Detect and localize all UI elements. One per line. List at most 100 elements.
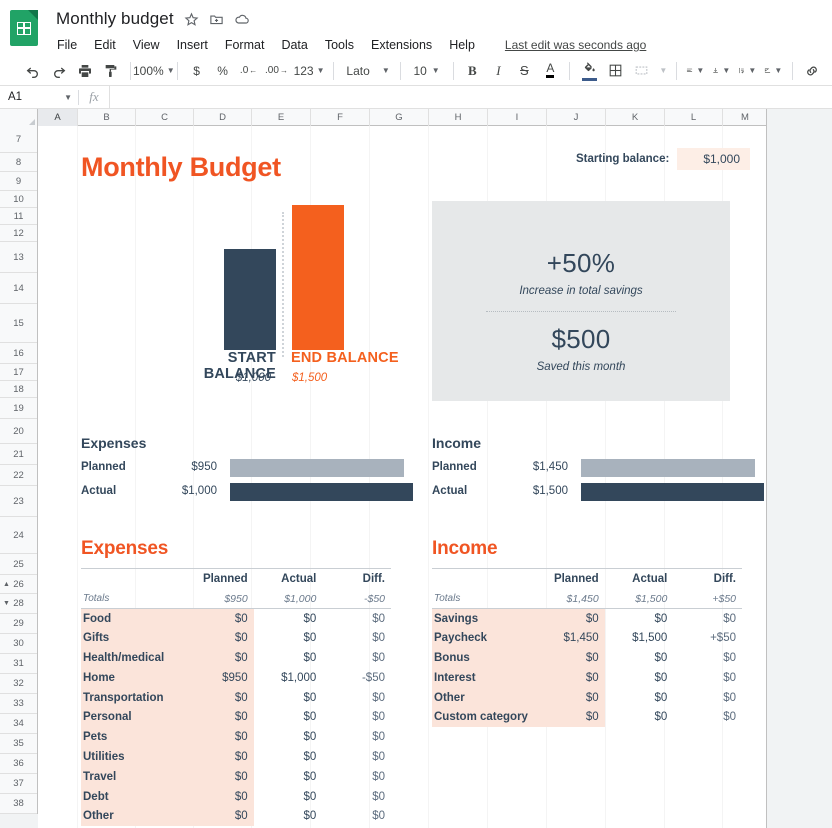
row-header-29[interactable]: 29: [0, 614, 37, 634]
income-row[interactable]: Other $0 $0 $0: [432, 687, 742, 708]
expenses-cell-actual[interactable]: $0: [254, 747, 323, 767]
expenses-cell-category[interactable]: Utilities: [81, 747, 186, 767]
expenses-cell-actual[interactable]: $0: [254, 628, 323, 648]
income-cell-planned[interactable]: $0: [536, 608, 605, 629]
menu-tools[interactable]: Tools: [324, 36, 355, 54]
row-header-20[interactable]: 20: [0, 419, 37, 444]
formula-input[interactable]: [109, 86, 832, 108]
expenses-cell-diff[interactable]: $0: [322, 787, 391, 807]
row-header-38[interactable]: 38: [0, 794, 37, 814]
expenses-cell-category[interactable]: Food: [81, 608, 186, 629]
column-header-d[interactable]: D: [194, 109, 252, 126]
star-icon[interactable]: [184, 11, 199, 27]
row-header-33[interactable]: 33: [0, 694, 37, 714]
row-header-13[interactable]: 13: [0, 242, 37, 273]
row-header-18[interactable]: 18: [0, 381, 37, 398]
redo-icon[interactable]: [47, 59, 71, 83]
horizontal-align-icon[interactable]: ▼: [683, 59, 707, 83]
currency-format-button[interactable]: $: [185, 59, 209, 83]
row-header-9[interactable]: 9: [0, 172, 37, 191]
income-cell-planned[interactable]: $0: [536, 687, 605, 708]
column-header-h[interactable]: H: [429, 109, 488, 126]
row-header-8[interactable]: 8: [0, 153, 37, 172]
income-row[interactable]: Paycheck $1,450 $1,500 +$50: [432, 628, 742, 649]
print-icon[interactable]: [73, 59, 97, 83]
row-header-23[interactable]: 23: [0, 486, 37, 517]
column-header-m[interactable]: M: [723, 109, 767, 126]
cloud-saved-icon[interactable]: [234, 11, 250, 27]
paint-format-icon[interactable]: [99, 59, 123, 83]
expenses-row[interactable]: Food $0 $0 $0: [81, 608, 391, 629]
income-cell-planned[interactable]: $0: [536, 648, 605, 668]
income-cell-actual[interactable]: $0: [605, 609, 674, 629]
expenses-cell-diff[interactable]: $0: [322, 648, 391, 668]
expenses-cell-actual[interactable]: $0: [254, 707, 323, 727]
income-cell-category[interactable]: Savings: [432, 608, 537, 629]
expenses-cell-category[interactable]: Transportation: [81, 687, 186, 708]
last-edit-link[interactable]: Last edit was seconds ago: [505, 38, 646, 52]
row-header-24[interactable]: 24: [0, 517, 37, 554]
select-all-corner[interactable]: [0, 109, 38, 126]
borders-icon[interactable]: [603, 59, 627, 83]
menu-file[interactable]: File: [56, 36, 78, 54]
expenses-row[interactable]: Other $0 $0 $0: [81, 806, 391, 827]
expenses-cell-planned[interactable]: $0: [185, 766, 254, 787]
expenses-cell-planned[interactable]: $950: [185, 667, 254, 688]
expenses-cell-actual[interactable]: $0: [254, 609, 323, 629]
column-header-f[interactable]: F: [311, 109, 370, 126]
income-cell-category[interactable]: Paycheck: [432, 628, 537, 649]
expenses-row[interactable]: Health/medical $0 $0 $0: [81, 648, 391, 668]
income-cell-actual[interactable]: $1,500: [605, 628, 674, 648]
increase-decimal-button[interactable]: .00 →: [263, 59, 291, 83]
vertical-align-icon[interactable]: ▼: [709, 59, 733, 83]
income-cell-diff[interactable]: $0: [673, 707, 742, 727]
income-cell-actual[interactable]: $0: [605, 668, 674, 688]
row-header-35[interactable]: 35: [0, 734, 37, 754]
expenses-cell-diff[interactable]: $0: [322, 767, 391, 787]
expenses-row[interactable]: Personal $0 $0 $0: [81, 707, 391, 728]
menu-format[interactable]: Format: [224, 36, 266, 54]
column-header-a[interactable]: A: [38, 109, 78, 126]
font-size-selector[interactable]: 10 ▼: [408, 59, 446, 83]
expenses-row[interactable]: Home $950 $1,000 -$50: [81, 667, 391, 688]
row-header-12[interactable]: 12: [0, 225, 37, 242]
expenses-cell-actual[interactable]: $0: [254, 767, 323, 787]
italic-button[interactable]: I: [486, 59, 510, 83]
expenses-cell-diff[interactable]: -$50: [322, 668, 391, 688]
starting-balance-value[interactable]: $1,000: [677, 148, 751, 170]
collapse-group-up-icon[interactable]: ▲: [3, 581, 10, 588]
expenses-row[interactable]: Utilities $0 $0 $0: [81, 747, 391, 767]
row-header-16[interactable]: 16: [0, 343, 37, 364]
column-header-g[interactable]: G: [370, 109, 429, 126]
expenses-cell-category[interactable]: Gifts: [81, 628, 186, 649]
move-to-folder-icon[interactable]: [209, 12, 224, 27]
row-header-22[interactable]: 22: [0, 465, 37, 486]
expenses-cell-actual[interactable]: $0: [254, 787, 323, 807]
expenses-cell-diff[interactable]: $0: [322, 747, 391, 767]
income-row[interactable]: Bonus $0 $0 $0: [432, 648, 742, 668]
income-cell-diff[interactable]: +$50: [673, 628, 742, 648]
sheet-canvas[interactable]: Monthly Budget Starting balance: $1,000 …: [38, 126, 767, 828]
text-rotation-icon[interactable]: ▼: [761, 59, 785, 83]
expenses-cell-category[interactable]: Debt: [81, 786, 186, 807]
column-header-l[interactable]: L: [665, 109, 723, 126]
expenses-cell-category[interactable]: Health/medical: [81, 648, 186, 668]
income-cell-category[interactable]: Custom category: [432, 707, 537, 728]
income-cell-diff[interactable]: $0: [673, 648, 742, 668]
strikethrough-button[interactable]: S: [512, 59, 536, 83]
column-header-c[interactable]: C: [136, 109, 194, 126]
menu-data[interactable]: Data: [280, 36, 308, 54]
expenses-cell-actual[interactable]: $0: [254, 648, 323, 668]
row-header-19[interactable]: 19: [0, 398, 37, 419]
expenses-row[interactable]: Gifts $0 $0 $0: [81, 628, 391, 649]
menu-edit[interactable]: Edit: [93, 36, 117, 54]
fill-color-icon[interactable]: [577, 59, 601, 83]
expenses-cell-planned[interactable]: $0: [185, 747, 254, 767]
expenses-cell-planned[interactable]: $0: [185, 648, 254, 668]
income-cell-diff[interactable]: $0: [673, 609, 742, 629]
merge-options-chevron-icon[interactable]: ▼: [655, 59, 669, 83]
row-header-34[interactable]: 34: [0, 714, 37, 734]
expenses-cell-diff[interactable]: $0: [322, 628, 391, 648]
income-row[interactable]: Custom category $0 $0 $0: [432, 707, 742, 728]
more-formats-button[interactable]: 123 ▼: [292, 59, 325, 83]
